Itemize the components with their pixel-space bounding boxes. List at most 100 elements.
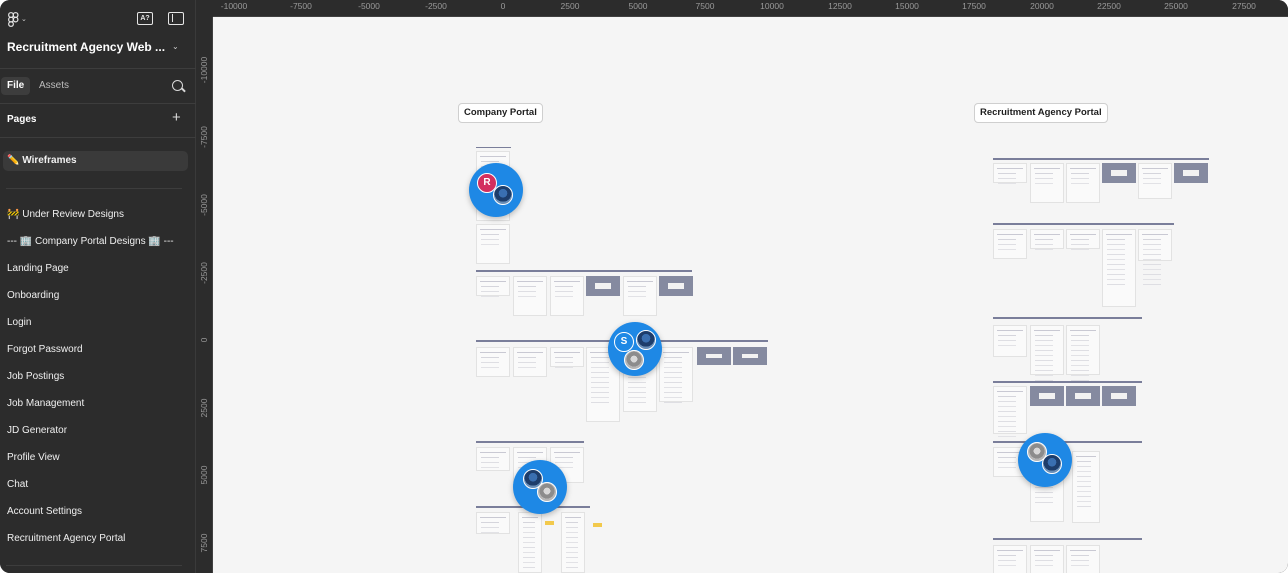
search-icon[interactable]	[172, 80, 183, 91]
page-item-job-postings[interactable]: Job Postings	[0, 367, 196, 387]
wireframe-frame[interactable]	[1066, 163, 1100, 203]
collaborator-cursor	[1018, 433, 1072, 487]
tab-assets[interactable]: Assets	[33, 77, 75, 95]
file-menu-chevron-icon[interactable]: ⌄	[172, 42, 179, 51]
ruler-tick: -2500	[425, 1, 447, 11]
wireframe-frame[interactable]	[1066, 545, 1100, 573]
wireframe-frame[interactable]	[733, 347, 767, 365]
wireframe-frame[interactable]	[993, 163, 1027, 183]
wireframe-frame[interactable]	[993, 545, 1027, 573]
wireframe-frame[interactable]	[561, 512, 585, 573]
wireframe-frame[interactable]	[476, 347, 510, 377]
ruler-tick: 15000	[895, 1, 919, 11]
wireframe-frame[interactable]	[659, 347, 693, 402]
wireframe-frame[interactable]	[1030, 229, 1064, 249]
wireframe-frame[interactable]	[476, 276, 510, 296]
frame-row-divider	[476, 147, 511, 148]
wireframe-frame[interactable]	[518, 512, 542, 573]
toggle-sidebar-button[interactable]	[168, 12, 184, 25]
sticky-note[interactable]	[545, 521, 554, 525]
page-item-jd-generator[interactable]: JD Generator	[0, 421, 196, 441]
ruler-tick: 17500	[962, 1, 986, 11]
wireframe-frame[interactable]	[513, 347, 547, 377]
wireframe-frame[interactable]	[476, 224, 510, 264]
figma-window: ⌄ A? Recruitment Agency Web ... ⌄ File A…	[0, 0, 1288, 573]
wireframe-frame[interactable]	[550, 276, 584, 316]
page-item-under-review-designs[interactable]: 🚧 Under Review Designs	[0, 205, 196, 225]
section-label-recruitment-agency-portal[interactable]: Recruitment Agency Portal	[974, 103, 1108, 123]
wireframe-frame[interactable]	[1138, 229, 1172, 261]
page-item-login[interactable]: Login	[0, 313, 196, 333]
ruler-tick: 5000	[628, 1, 648, 11]
ruler-tick: 0	[199, 337, 209, 343]
ruler-tick: 25000	[1164, 1, 1188, 11]
wireframe-frame[interactable]	[1066, 386, 1100, 406]
add-page-button[interactable]: +	[172, 110, 181, 125]
page-item-profile-view[interactable]: Profile View	[0, 448, 196, 468]
file-title[interactable]: Recruitment Agency Web ...	[7, 40, 177, 54]
avatar	[1042, 454, 1062, 474]
wireframe-frame[interactable]	[623, 276, 657, 316]
wireframe-frame[interactable]	[1066, 229, 1100, 249]
sidebar-topbar: ⌄ A?	[0, 0, 196, 36]
frame-row-divider	[993, 441, 1142, 443]
wireframe-frame[interactable]	[1030, 163, 1064, 203]
main-menu-button[interactable]: ⌄	[8, 11, 30, 27]
wireframe-frame[interactable]	[586, 276, 620, 296]
wireframe-frame[interactable]	[1030, 545, 1064, 573]
section-label-company-portal[interactable]: Company Portal	[458, 103, 543, 123]
divider	[0, 103, 196, 104]
wireframe-frame[interactable]	[1030, 325, 1064, 375]
page-item-onboarding[interactable]: Onboarding	[0, 286, 196, 306]
page-item-job-management[interactable]: Job Management	[0, 394, 196, 414]
wireframe-frame[interactable]	[1072, 451, 1100, 523]
vertical-ruler: -10000 -7500 -5000 -2500 0 2500 5000 750…	[196, 17, 213, 573]
wireframe-frame[interactable]	[1138, 163, 1172, 199]
sticky-note[interactable]	[593, 523, 602, 527]
wireframe-frame[interactable]	[550, 347, 584, 367]
wireframe-frame[interactable]	[659, 276, 693, 296]
divider	[6, 565, 182, 566]
wireframe-frame[interactable]	[1174, 163, 1208, 183]
wireframe-frame[interactable]	[1102, 163, 1136, 183]
avatar	[537, 482, 557, 502]
wireframe-frame[interactable]	[513, 276, 547, 316]
wireframe-frame[interactable]	[1066, 325, 1100, 375]
page-item-forgot-password[interactable]: Forgot Password	[0, 340, 196, 360]
frame-row-divider	[476, 441, 584, 443]
ruler-tick: -10000	[220, 1, 248, 11]
wireframe-frame[interactable]	[476, 447, 510, 471]
wireframe-frame[interactable]	[1102, 386, 1136, 406]
page-item-recruitment-agency-portal[interactable]: Recruitment Agency Portal	[0, 529, 196, 549]
page-item-account-settings[interactable]: Account Settings	[0, 502, 196, 522]
frame-row-divider	[993, 158, 1209, 160]
page-item-wireframes[interactable]: ✏️ Wireframes	[3, 151, 188, 171]
wireframe-frame[interactable]	[993, 325, 1027, 357]
ruler-tick: 20000	[1030, 1, 1054, 11]
canvas-area[interactable]: -10000 -7500 -5000 -2500 0 2500 5000 750…	[196, 0, 1288, 573]
ruler-tick: 7500	[695, 1, 715, 11]
collaborator-cursor	[513, 460, 567, 514]
wireframe-frame[interactable]	[476, 512, 510, 534]
canvas-stage[interactable]: Company Portal Recruitment Agency Portal	[213, 17, 1288, 573]
avatar	[636, 330, 656, 350]
page-item-chat[interactable]: Chat	[0, 475, 196, 495]
ruler-tick: 22500	[1097, 1, 1121, 11]
wireframe-frame[interactable]	[697, 347, 731, 365]
collaborator-cursor: R	[469, 163, 523, 217]
page-item-landing-page[interactable]: Landing Page	[0, 259, 196, 279]
tab-file[interactable]: File	[1, 77, 31, 95]
wireframe-frame[interactable]	[993, 386, 1027, 434]
ruler-tick: -5000	[358, 1, 380, 11]
ruler-tick: 2500	[199, 398, 209, 418]
ai-tools-button[interactable]: A?	[137, 12, 153, 25]
wireframe-frame[interactable]	[993, 229, 1027, 259]
ruler-tick: -10000	[199, 56, 209, 84]
page-item-company-portal-designs[interactable]: --- 🏢 Company Portal Designs 🏢 ---	[0, 232, 196, 252]
frame-row-divider	[993, 317, 1142, 319]
avatar	[493, 185, 513, 205]
wireframe-frame[interactable]	[1030, 386, 1064, 406]
ruler-tick: 10000	[760, 1, 784, 11]
ruler-tick: 0	[500, 1, 506, 11]
wireframe-frame[interactable]	[1102, 229, 1136, 307]
